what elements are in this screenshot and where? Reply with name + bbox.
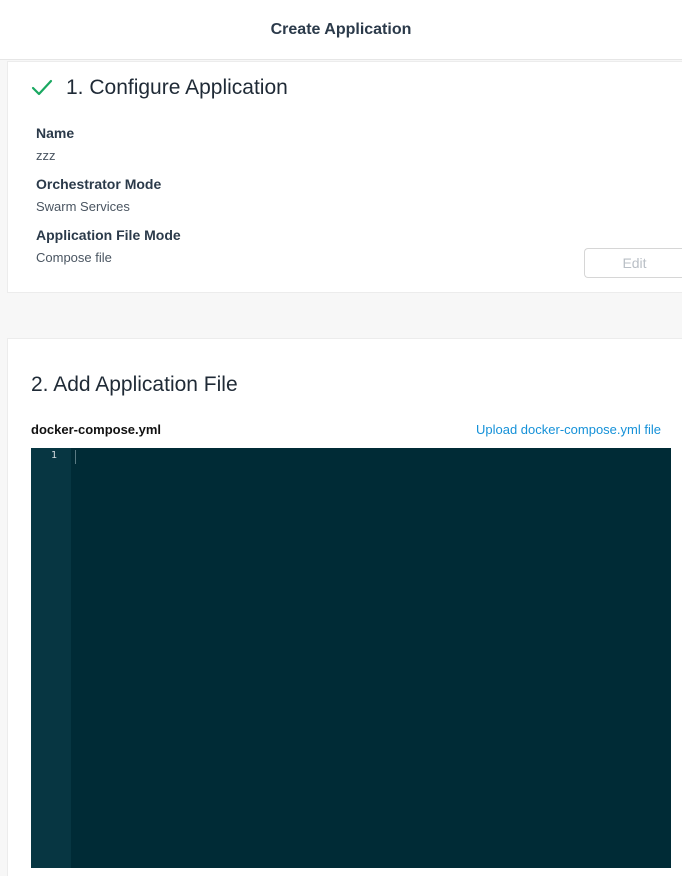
editor-gutter: 1	[31, 448, 71, 868]
application-file-mode-label: Application File Mode	[36, 227, 181, 243]
name-value: zzz	[36, 148, 56, 163]
application-file-mode-value: Compose file	[36, 250, 112, 265]
page-title: Create Application	[270, 20, 412, 38]
file-name-label: docker-compose.yml	[31, 422, 162, 437]
step2-title: 2. Add Application File	[31, 373, 238, 396]
edit-button[interactable]: Edit	[584, 248, 682, 278]
step1-title: 1. Configure Application	[66, 76, 288, 99]
configure-application-card: 1. Configure Application Name zzz Orches…	[7, 61, 682, 293]
top-header: Create Application	[0, 0, 682, 60]
editor-text-area[interactable]	[71, 448, 671, 868]
upload-compose-file-link[interactable]: Upload docker-compose.yml file	[476, 422, 661, 437]
check-icon	[31, 79, 53, 96]
orchestrator-mode-label: Orchestrator Mode	[36, 176, 162, 192]
text-cursor	[75, 450, 76, 464]
code-editor[interactable]: 1	[31, 448, 671, 868]
name-label: Name	[36, 125, 75, 141]
add-application-file-card: 2. Add Application File docker-compose.y…	[7, 338, 682, 876]
orchestrator-mode-value: Swarm Services	[36, 199, 130, 214]
line-number: 1	[50, 450, 57, 461]
step1-heading: 1. Configure Application	[30, 76, 288, 100]
